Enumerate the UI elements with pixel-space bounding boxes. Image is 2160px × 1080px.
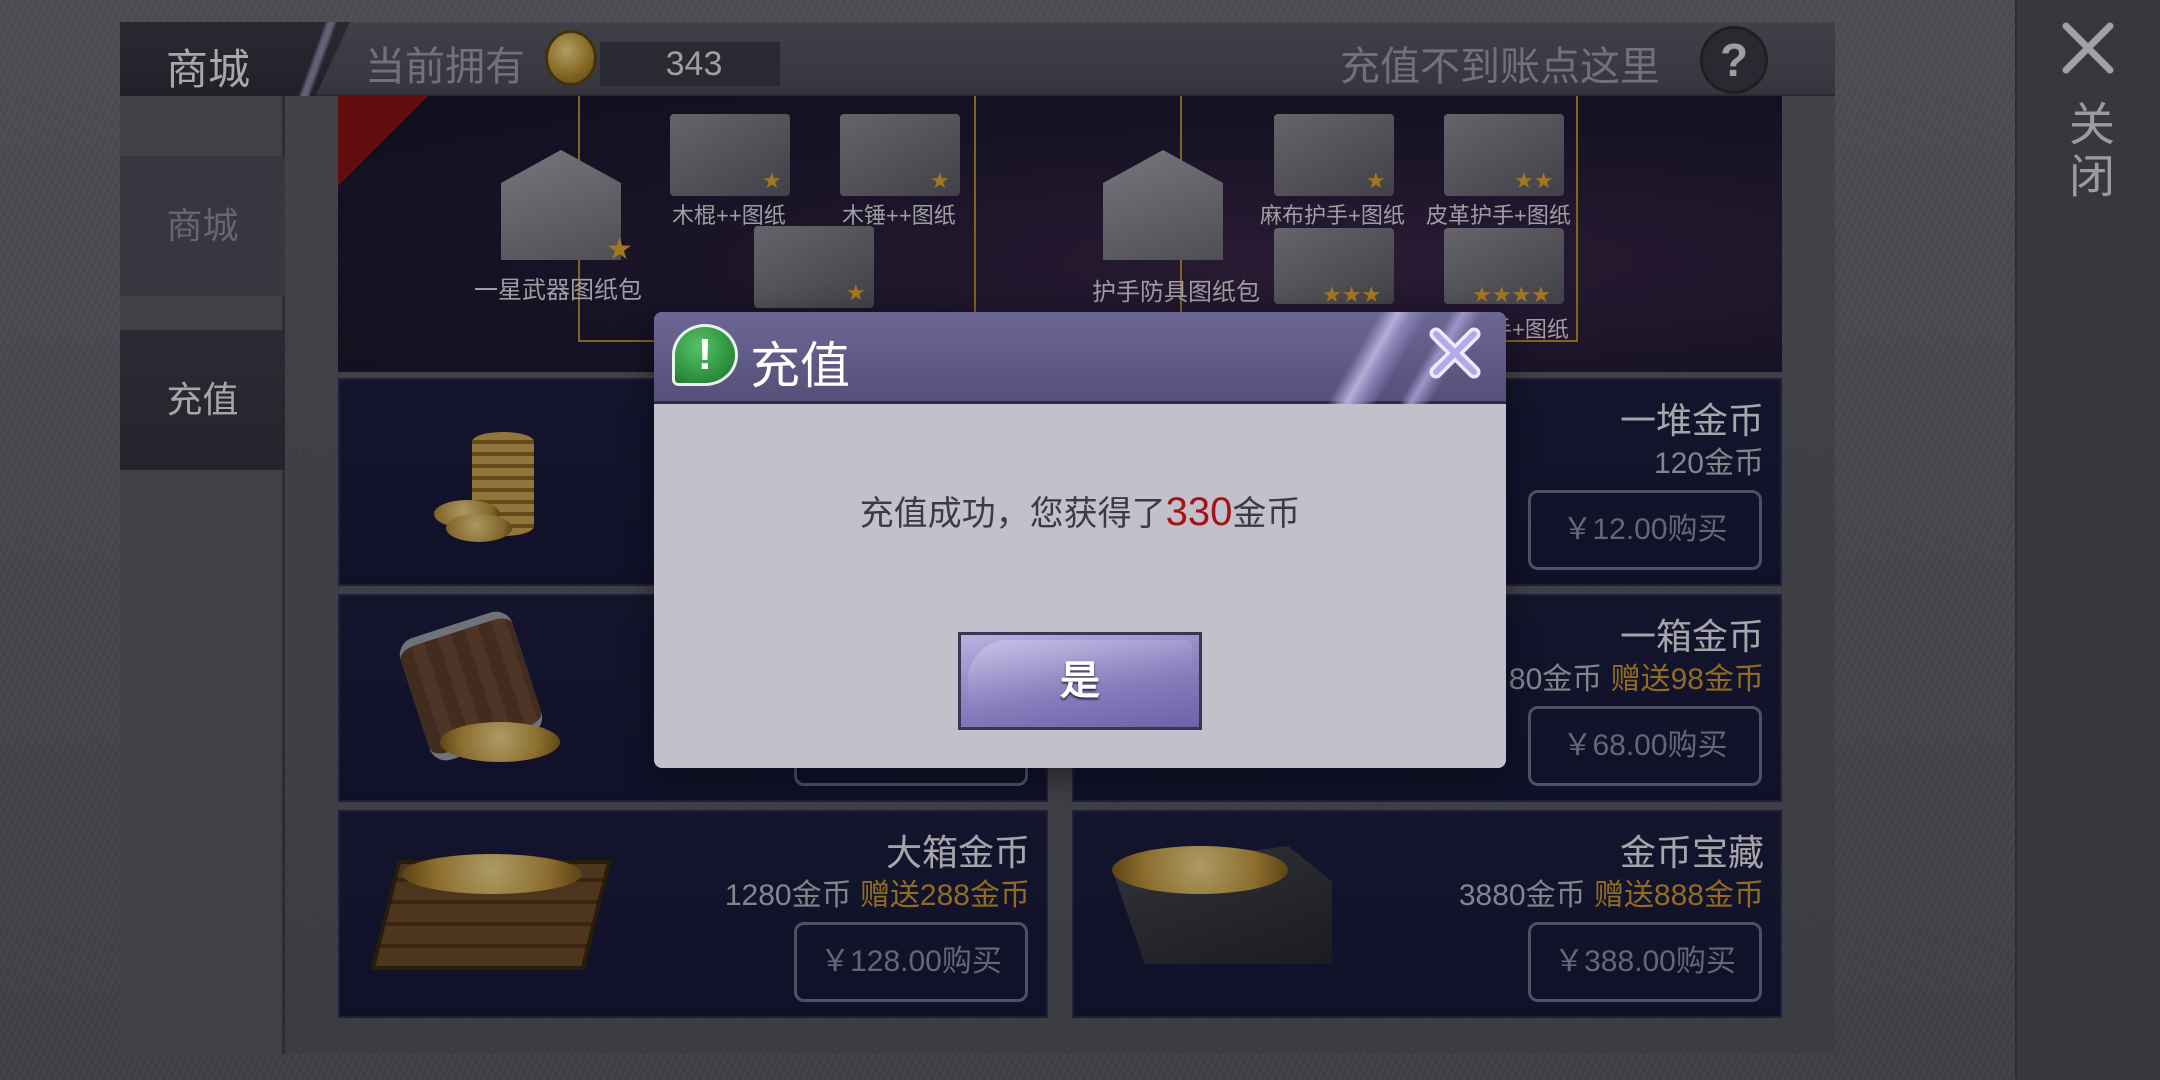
exclamation-icon: !	[672, 324, 738, 386]
dialog-message-prefix: 充值成功，您获得了	[859, 495, 1166, 533]
confirm-button[interactable]: 是	[958, 632, 1202, 730]
dialog-title: 充值	[750, 338, 850, 394]
dialog-message-suffix: 金币	[1232, 495, 1301, 533]
dialog-message-amount: 330	[1165, 490, 1233, 534]
dialog-message: 充值成功，您获得了330金币	[654, 486, 1506, 535]
dialog-close-icon[interactable]	[1424, 322, 1486, 384]
